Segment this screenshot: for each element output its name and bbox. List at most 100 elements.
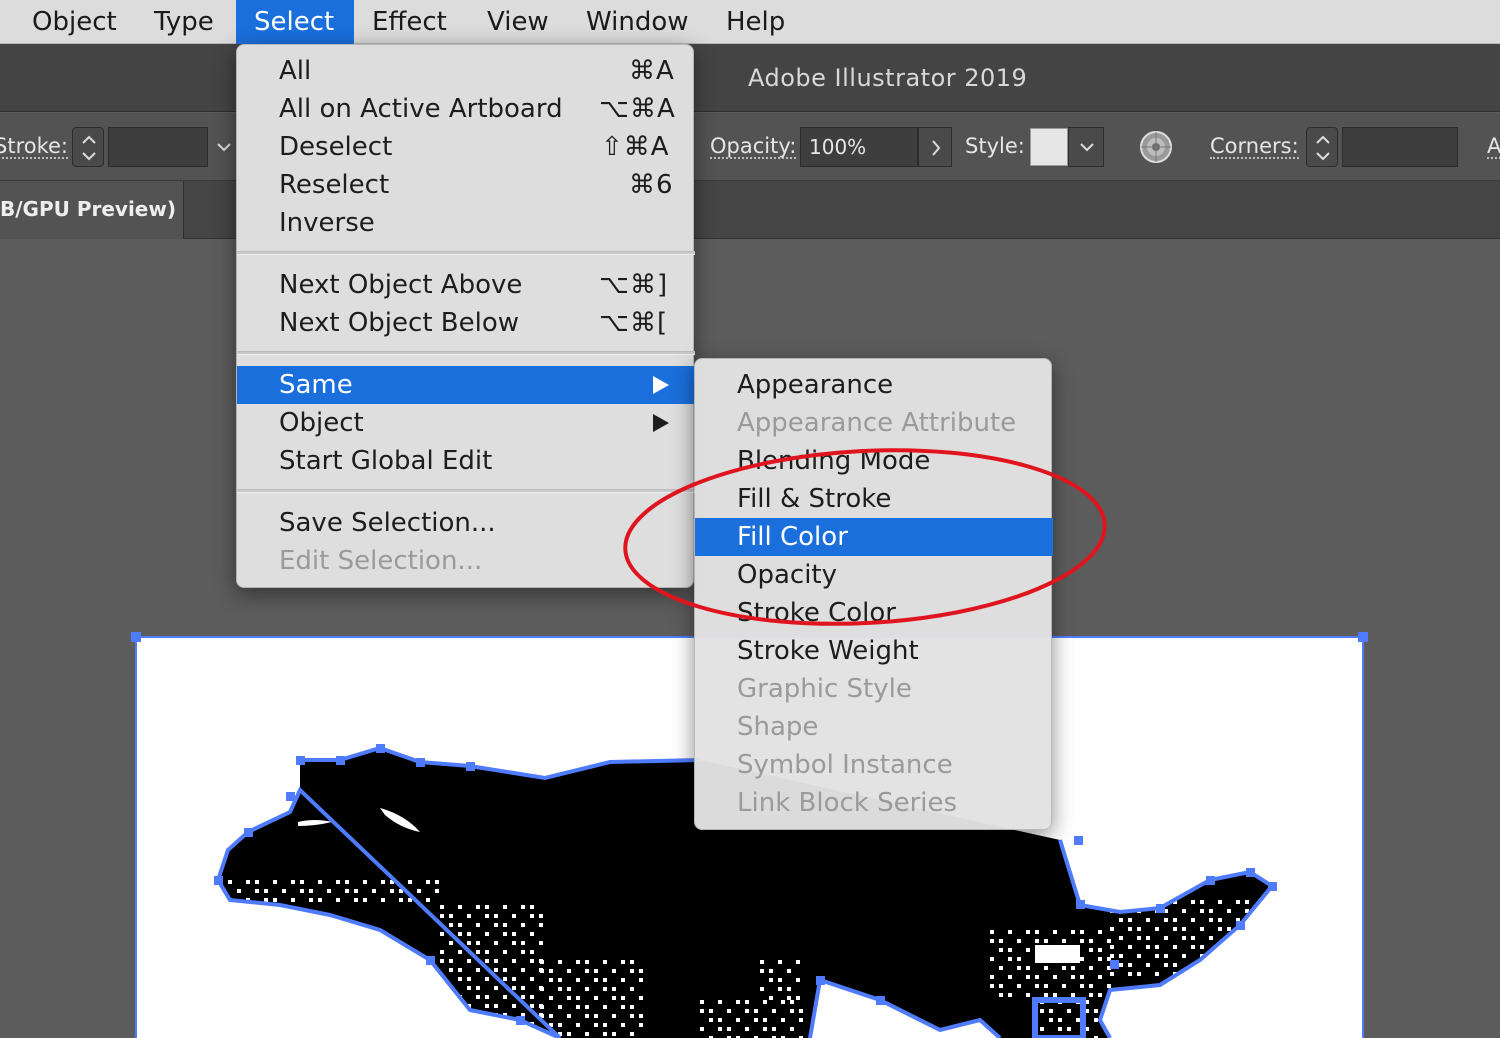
halftone-dot [990, 930, 994, 934]
menu-item-reselect[interactable]: Reselect ⌘6 [237, 166, 695, 204]
menu-item-all-on-active-artboard[interactable]: All on Active Artboard ⌥⌘A [237, 90, 695, 128]
halftone-dot [778, 978, 782, 982]
halftone-dot [603, 960, 607, 964]
halftone-dot [476, 950, 480, 954]
halftone-dot [494, 968, 498, 972]
halftone-dot [612, 987, 616, 991]
submenu-item-stroke-weight[interactable]: Stroke Weight [695, 632, 1053, 670]
halftone-dot [576, 978, 580, 982]
menu-item-save-selection[interactable]: Save Selection... [237, 504, 695, 542]
halftone-dot [530, 905, 534, 909]
menu-item-label: Blending Mode [737, 446, 931, 476]
submenu-item-graphic-style[interactable]: Graphic Style [695, 670, 1053, 708]
halftone-dot [1128, 918, 1132, 922]
submenu-item-fill-and-stroke[interactable]: Fill & Stroke [695, 480, 1053, 518]
halftone-dot [700, 1027, 704, 1031]
halftone-dot [440, 950, 444, 954]
halftone-dot [512, 986, 516, 990]
bounds-handle[interactable] [131, 632, 141, 642]
halftone-dot [503, 950, 507, 954]
halftone-dot [639, 1023, 643, 1027]
halftone-dot [799, 1009, 803, 1013]
menu-item-shortcut: ⌘6 [629, 170, 674, 200]
halftone-dot [449, 968, 453, 972]
submenu-item-symbol-instance[interactable]: Symbol Instance [695, 746, 1053, 784]
halftone-dot [727, 1009, 731, 1013]
halftone-dot [408, 880, 412, 884]
halftone-dot [567, 1032, 571, 1036]
bounds-handle[interactable] [1358, 632, 1368, 642]
menu-item-label: Object [279, 408, 364, 438]
halftone-dot [760, 960, 764, 964]
halftone-dot [1146, 963, 1150, 967]
halftone-dot [390, 889, 394, 893]
halftone-dot [999, 966, 1003, 970]
halftone-dot [485, 1022, 489, 1026]
halftone-dot [521, 995, 525, 999]
halftone-dot [1137, 954, 1141, 958]
halftone-dot [1058, 1027, 1062, 1031]
submenu-item-appearance[interactable]: Appearance [695, 366, 1053, 404]
halftone-dot [264, 889, 268, 893]
halftone-dot [576, 1005, 580, 1009]
halftone-dot [603, 1032, 607, 1036]
halftone-dot [1080, 984, 1084, 988]
halftone-dot [736, 1018, 740, 1022]
halftone-dot [1110, 972, 1114, 976]
menu-item-next-object-below[interactable]: Next Object Below ⌥⌘[ [237, 304, 695, 342]
halftone-dot [630, 1032, 634, 1036]
halftone-dot [1227, 954, 1231, 958]
menu-item-all[interactable]: All ⌘A [237, 52, 695, 90]
halftone-dot [273, 880, 277, 884]
halftone-dot [1098, 975, 1102, 979]
submenu-item-blending-mode[interactable]: Blending Mode [695, 442, 1053, 480]
submenu-item-fill-color[interactable]: Fill Color [695, 518, 1053, 556]
menu-item-same[interactable]: Same [237, 366, 695, 404]
halftone-dot [1080, 930, 1084, 934]
halftone-dot [1164, 954, 1168, 958]
halftone-dot [1209, 918, 1213, 922]
halftone-dot [476, 986, 480, 990]
halftone-dot [1089, 966, 1093, 970]
halftone-dot [449, 923, 453, 927]
halftone-dot [345, 880, 349, 884]
menu-item-deselect[interactable]: Deselect ⇧⌘A [237, 128, 695, 166]
halftone-dot [1107, 984, 1111, 988]
halftone-dot [549, 978, 553, 982]
halftone-dot [521, 986, 525, 990]
halftone-dot [435, 880, 439, 884]
halftone-dot [745, 1000, 749, 1004]
halftone-dot [1209, 954, 1213, 958]
halftone-dot [1044, 948, 1048, 952]
halftone-dot [1008, 948, 1012, 952]
halftone-dot [1182, 954, 1186, 958]
halftone-dot [1128, 945, 1132, 949]
menu-item-label: Inverse [279, 208, 375, 238]
halftone-dot [621, 1023, 625, 1027]
menu-item-next-object-above[interactable]: Next Object Above ⌥⌘] [237, 266, 695, 304]
menu-item-edit-selection[interactable]: Edit Selection... [237, 542, 695, 580]
halftone-dot [449, 1013, 453, 1017]
halftone-dot [1044, 993, 1048, 997]
halftone-dot [372, 889, 376, 893]
submenu-item-shape[interactable]: Shape [695, 708, 1053, 746]
halftone-dot [440, 995, 444, 999]
halftone-dot [1089, 984, 1093, 988]
halftone-dot [990, 957, 994, 961]
halftone-dot [503, 995, 507, 999]
halftone-dot [549, 996, 553, 1000]
halftone-dot [1137, 936, 1141, 940]
submenu-item-link-block-series[interactable]: Link Block Series [695, 784, 1053, 822]
halftone-dot [426, 880, 430, 884]
halftone-dot [790, 1009, 794, 1013]
menu-item-inverse[interactable]: Inverse [237, 204, 695, 242]
submenu-item-opacity[interactable]: Opacity [695, 556, 1053, 594]
menu-item-start-global-edit[interactable]: Start Global Edit [237, 442, 695, 480]
halftone-dot [354, 889, 358, 893]
menu-item-label: Stroke Color [737, 598, 896, 628]
halftone-dot [1200, 900, 1204, 904]
halftone-dot [449, 1031, 453, 1035]
submenu-item-stroke-color[interactable]: Stroke Color [695, 594, 1053, 632]
submenu-item-appearance-attribute[interactable]: Appearance Attribute [695, 404, 1053, 442]
menu-item-object[interactable]: Object [237, 404, 695, 442]
